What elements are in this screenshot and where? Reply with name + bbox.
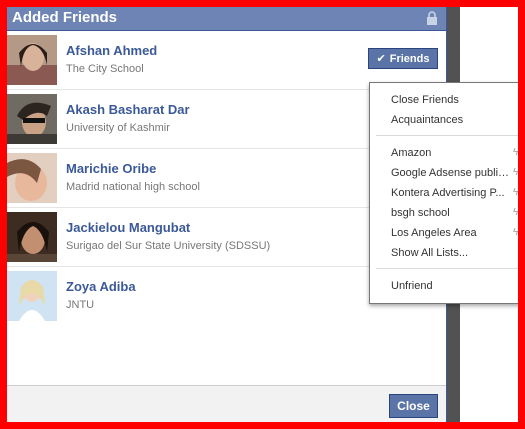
menu-item-acquaintances[interactable]: Acquaintances [391, 114, 511, 126]
friend-name-link[interactable]: Afshan Ahmed [66, 43, 157, 58]
smart-list-icon: ϟ [513, 227, 519, 238]
dialog-header: Added Friends [6, 5, 446, 31]
avatar[interactable] [7, 35, 57, 85]
friend-subtitle: JNTU [66, 299, 95, 311]
friend-lists-menu: Close Friends Acquaintances Amazon ϟ Goo… [369, 82, 525, 304]
menu-divider [376, 135, 525, 136]
friend-subtitle: Madrid national high school [66, 181, 200, 193]
avatar[interactable] [7, 271, 57, 321]
friend-subtitle: Surigao del Sur State University (SDSSU) [66, 240, 271, 252]
friends-button[interactable]: ✔ Friends [368, 48, 438, 69]
smart-list-icon: ϟ [513, 167, 519, 178]
menu-item-list[interactable]: Los Angeles Area [391, 227, 511, 239]
menu-item-unfriend[interactable]: Unfriend [391, 280, 511, 292]
friends-button-label: Friends [389, 52, 430, 65]
dialog-footer: Close [6, 385, 446, 423]
friend-name-link[interactable]: Zoya Adiba [66, 279, 136, 294]
menu-item-list[interactable]: bsgh school [391, 207, 511, 219]
menu-item-show-all-lists[interactable]: Show All Lists... [391, 247, 511, 259]
avatar[interactable] [7, 212, 57, 262]
avatar[interactable] [7, 94, 57, 144]
friend-subtitle: University of Kashmir [66, 122, 170, 134]
menu-item-list[interactable]: Google Adsense publis... [391, 167, 511, 179]
friend-name-link[interactable]: Jackielou Mangubat [66, 220, 190, 235]
dialog-title: Added Friends [12, 9, 118, 26]
menu-item-list[interactable]: Kontera Advertising P... [391, 187, 511, 199]
menu-item-list[interactable]: Amazon [391, 147, 511, 159]
smart-list-icon: ϟ [513, 187, 519, 198]
friend-name-link[interactable]: Marichie Oribe [66, 161, 156, 176]
close-button[interactable]: Close [389, 394, 438, 418]
check-icon: ✔ [376, 53, 386, 65]
menu-item-close-friends[interactable]: Close Friends [391, 94, 511, 106]
avatar[interactable] [7, 153, 57, 203]
lock-icon [427, 11, 437, 25]
smart-list-icon: ϟ [513, 147, 519, 158]
friend-subtitle: The City School [66, 63, 144, 75]
menu-divider [376, 268, 525, 269]
friend-name-link[interactable]: Akash Basharat Dar [66, 102, 190, 117]
smart-list-icon: ϟ [513, 207, 519, 218]
